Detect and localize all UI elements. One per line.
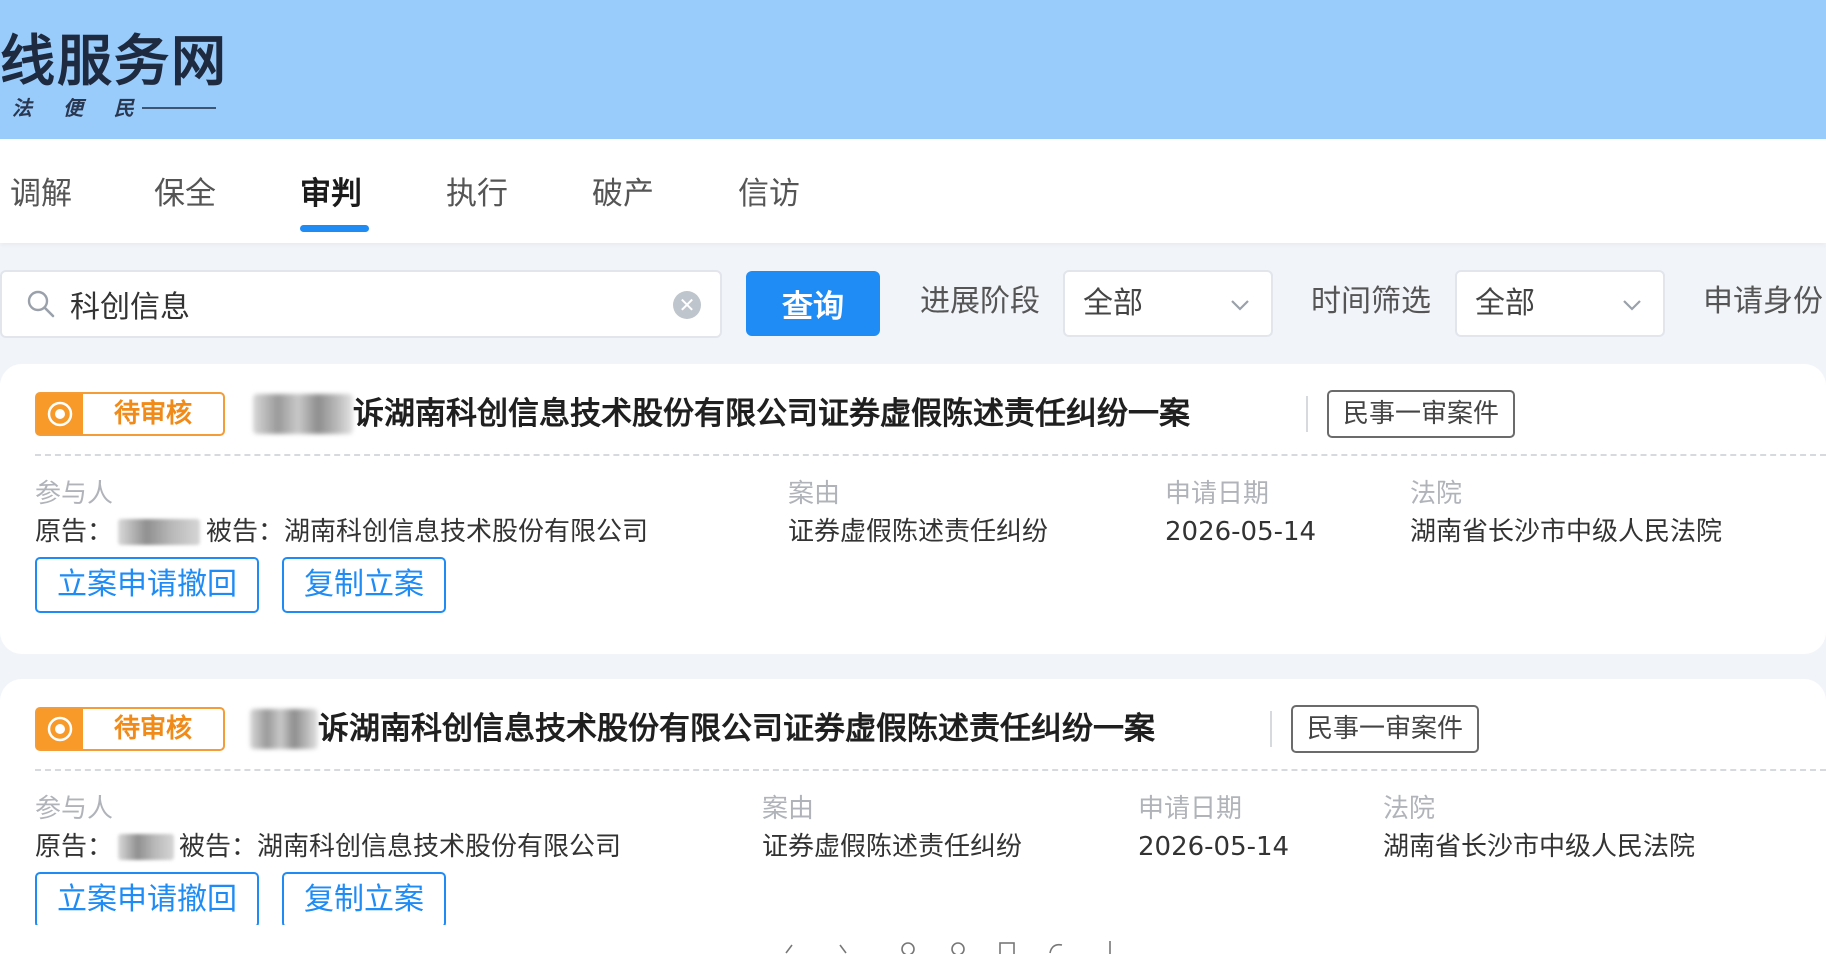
pending-clock-icon (47, 716, 73, 742)
time-select-value: 全部 (1475, 286, 1535, 321)
card-divider (35, 454, 1826, 456)
stage-select-value: 全部 (1083, 286, 1143, 321)
site-slogan: 法 便 民 (12, 96, 146, 120)
withdraw-filing-button[interactable]: 立案申请撤回 (35, 872, 259, 928)
title-divider (1306, 396, 1308, 432)
tab-trial[interactable]: 审判 (300, 169, 362, 229)
date-label: 申请日期 (1138, 794, 1243, 824)
masked-plaintiff (118, 519, 200, 545)
court-label: 法院 (1383, 794, 1436, 824)
status-badge: 待审核 (35, 707, 225, 751)
status-text: 待审核 (113, 714, 192, 744)
date-value: 2026-05-14 (1138, 832, 1290, 862)
search-input[interactable] (70, 280, 650, 328)
defendant-text: 被告：湖南科创信息技术股份有限公司 (179, 832, 622, 862)
masked-plaintiff (118, 834, 174, 860)
chevron-down-icon (1231, 300, 1249, 311)
defendant-text: 被告：湖南科创信息技术股份有限公司 (206, 517, 649, 547)
cause-label: 案由 (788, 479, 841, 509)
plaintiff-prefix: 原告： (35, 517, 114, 547)
masked-plaintiff-name (250, 709, 318, 749)
time-select[interactable]: 全部 (1455, 270, 1665, 337)
case-card: 待审核 诉湖南科创信息技术股份有限公司证券虚假陈述责任纠纷一案 民事一审案件 参… (0, 679, 1826, 954)
pending-clock-icon (47, 401, 73, 427)
query-button[interactable]: 查询 (746, 271, 880, 336)
plaintiff-prefix: 原告： (35, 832, 114, 862)
tab-preservation[interactable]: 保全 (154, 169, 216, 229)
copy-filing-button[interactable]: 复制立案 (282, 872, 446, 928)
chevron-down-icon (1623, 300, 1641, 311)
masked-plaintiff-name (253, 394, 353, 434)
case-type-tag: 民事一审案件 (1291, 705, 1480, 753)
court-value: 湖南省长沙市中级人民法院 (1383, 832, 1696, 862)
court-value: 湖南省长沙市中级人民法院 (1410, 517, 1723, 547)
site-title: 线服务网 (0, 29, 229, 93)
clear-icon[interactable]: ✕ (673, 291, 701, 319)
viewer-bottom-bar (0, 925, 1826, 954)
search-icon (27, 290, 55, 318)
cause-label: 案由 (762, 794, 815, 824)
title-divider (1270, 711, 1272, 747)
cause-value: 证券虚假陈述责任纠纷 (762, 832, 1023, 862)
search-box: ✕ (0, 270, 722, 338)
cause-value: 证券虚假陈述责任纠纷 (788, 517, 1049, 547)
case-title[interactable]: 诉湖南科创信息技术股份有限公司证券虚假陈述责任纠纷一案 (353, 392, 1190, 436)
card-divider (35, 769, 1826, 771)
tab-mediation[interactable]: 调解 (10, 169, 72, 229)
active-tab-indicator (300, 225, 369, 232)
tab-bankruptcy[interactable]: 破产 (592, 169, 654, 229)
case-type-tag: 民事一审案件 (1327, 390, 1516, 438)
date-label: 申请日期 (1165, 479, 1270, 509)
date-value: 2026-05-14 (1165, 517, 1317, 547)
stage-select[interactable]: 全部 (1063, 270, 1273, 337)
identity-filter-label: 申请身份 (1703, 284, 1823, 319)
participants-label: 参与人 (35, 794, 114, 824)
court-label: 法院 (1410, 479, 1463, 509)
case-type-tabbar: 调解 保全 审判 执行 破产 信访 (0, 139, 1826, 243)
withdraw-filing-button[interactable]: 立案申请撤回 (35, 557, 259, 613)
case-card: 待审核 诉湖南科创信息技术股份有限公司证券虚假陈述责任纠纷一案 民事一审案件 参… (0, 364, 1826, 654)
participants-label: 参与人 (35, 479, 114, 509)
tab-petition[interactable]: 信访 (738, 169, 800, 229)
tab-execution[interactable]: 执行 (446, 169, 508, 229)
slogan-rule (142, 107, 216, 109)
time-filter-label: 时间筛选 (1311, 284, 1431, 319)
site-header-banner: 线服务网 法 便 民 (0, 0, 1826, 139)
case-title[interactable]: 诉湖南科创信息技术股份有限公司证券虚假陈述责任纠纷一案 (318, 707, 1155, 751)
copy-filing-button[interactable]: 复制立案 (282, 557, 446, 613)
stage-filter-label: 进展阶段 (920, 284, 1040, 319)
viewer-toolbar-icons (785, 941, 1111, 954)
status-text: 待审核 (113, 399, 192, 429)
status-badge: 待审核 (35, 392, 225, 436)
